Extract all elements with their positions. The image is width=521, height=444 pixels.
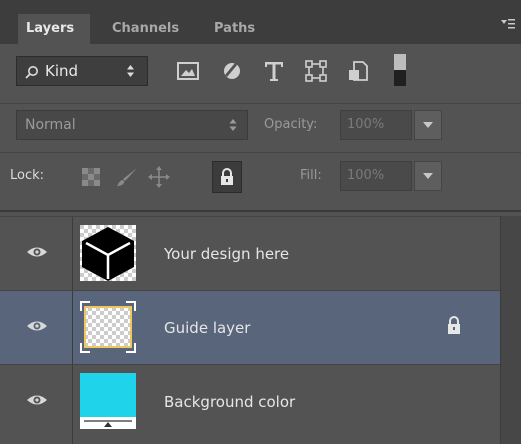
tab-channels[interactable]: Channels: [104, 14, 190, 44]
up-down-arrows-icon: [127, 65, 134, 77]
smart-object-filter-icon[interactable]: [346, 59, 370, 83]
opacity-label: Opacity:: [264, 117, 318, 132]
tab-layers[interactable]: Layers: [18, 14, 90, 44]
layers-scrollbar[interactable]: [500, 216, 521, 444]
fill-label: Fill:: [300, 168, 322, 183]
opacity-field[interactable]: 100%: [340, 110, 412, 140]
fill-field[interactable]: 100%: [340, 161, 412, 191]
chevron-down-icon: [423, 173, 433, 179]
visibility-column: [0, 365, 73, 444]
visibility-column: [0, 217, 73, 290]
lock-position-icon[interactable]: [148, 166, 170, 188]
lock-all-icon: [221, 168, 233, 185]
blend-row: Normal Opacity: 100%: [0, 104, 521, 146]
blend-mode-select[interactable]: Normal: [16, 110, 248, 140]
panel-tab-bar: Layers Channels Paths: [0, 0, 521, 44]
lock-icon: [448, 316, 460, 334]
layers-panel: Layers Channels Paths Kind Normal Opacit…: [0, 0, 521, 444]
search-icon: [25, 66, 38, 79]
visibility-column: [0, 291, 73, 364]
filter-row: Kind: [0, 48, 521, 102]
layer-row-background-color[interactable]: Background color: [0, 364, 500, 444]
lock-row: Lock: Fill: 100%: [0, 155, 521, 201]
background-color-thumbnail: [80, 373, 136, 429]
filter-kind-label: Kind: [45, 62, 79, 80]
filter-toggle-icon[interactable]: [394, 54, 406, 86]
layer-name[interactable]: Background color: [164, 365, 295, 439]
layer-name[interactable]: Your design here: [164, 217, 289, 291]
cube-thumbnail: [80, 225, 136, 281]
fill-dropdown-button[interactable]: [414, 161, 442, 191]
opacity-dropdown-button[interactable]: [414, 110, 442, 140]
type-filter-icon[interactable]: [262, 59, 286, 83]
tab-paths[interactable]: Paths: [206, 14, 272, 44]
up-down-arrows-icon: [229, 119, 237, 131]
shape-filter-icon[interactable]: [304, 59, 328, 83]
layer-name[interactable]: Guide layer: [164, 291, 250, 365]
eye-icon[interactable]: [26, 393, 48, 407]
chevron-down-icon: [423, 122, 433, 128]
adjustment-filter-icon[interactable]: [220, 59, 244, 83]
eye-icon[interactable]: [26, 245, 48, 259]
eye-icon[interactable]: [26, 319, 48, 333]
blend-mode-value: Normal: [25, 117, 76, 133]
panel-menu-icon[interactable]: [501, 18, 515, 30]
layer-row-your-design-here[interactable]: Your design here: [0, 216, 500, 290]
lock-transparent-pixels-icon[interactable]: [80, 166, 102, 188]
lock-image-pixels-icon[interactable]: [116, 166, 138, 188]
image-filter-icon[interactable]: [176, 59, 200, 83]
guide-thumbnail: [80, 301, 136, 353]
lock-all-button[interactable]: [212, 161, 242, 193]
layer-row-guide-layer[interactable]: Guide layer: [0, 290, 500, 364]
layers-list: Your design here Guide layer Background …: [0, 216, 500, 444]
filter-kind-select[interactable]: Kind: [16, 56, 148, 86]
lock-label: Lock:: [10, 168, 45, 183]
